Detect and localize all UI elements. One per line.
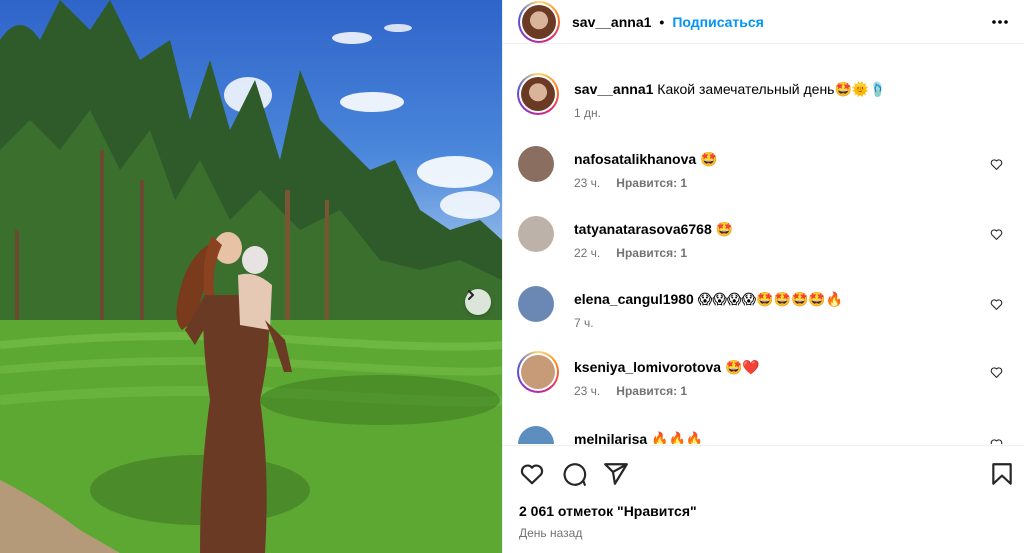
carousel-next-button[interactable] xyxy=(465,289,491,315)
comment-text: 😱😱😱😱🤩🤩🤩🤩🔥 xyxy=(697,291,844,307)
comment-time[interactable]: 23 ч. xyxy=(574,176,600,190)
caption-username[interactable]: sav__anna1 xyxy=(574,81,653,97)
comment-likes[interactable]: Нравится: 1 xyxy=(616,384,687,398)
chevron-right-icon xyxy=(468,290,474,300)
comment-text: 🔥🔥🔥 xyxy=(651,431,704,444)
post-timestamp[interactable]: День назад xyxy=(519,526,582,540)
comment-heart-icon[interactable] xyxy=(990,158,1003,171)
commenter-avatar[interactable] xyxy=(518,216,554,252)
comment-text: 🤩 xyxy=(700,151,718,167)
bookmark-icon[interactable] xyxy=(989,461,1015,487)
send-icon[interactable] xyxy=(603,461,629,487)
comments-list[interactable]: sav__anna1 Какой замечательный день🤩🌞🩴 1… xyxy=(503,60,1024,444)
commenter-avatar[interactable] xyxy=(517,351,559,393)
commenter-avatar[interactable] xyxy=(518,286,554,322)
comment-heart-icon[interactable] xyxy=(990,228,1003,241)
caption-author-avatar[interactable] xyxy=(517,73,559,115)
comment-heart-icon[interactable] xyxy=(990,366,1003,379)
comment-icon[interactable] xyxy=(561,461,587,487)
commenter-avatar[interactable] xyxy=(518,426,554,444)
caption-body: Какой замечательный день🤩🌞🩴 xyxy=(657,81,887,97)
photo-illustration xyxy=(0,0,502,553)
comment-username[interactable]: elena_cangul1980 xyxy=(574,291,694,307)
comment-text: 🤩 xyxy=(715,221,734,237)
instagram-post-modal: sav__anna1 • Подписаться sav__anna1 Како… xyxy=(0,0,1024,553)
comment-likes[interactable]: Нравится: 1 xyxy=(616,176,687,190)
caption-time[interactable]: 1 дн. xyxy=(574,106,601,120)
post-header: sav__anna1 • Подписаться xyxy=(503,0,1024,44)
commenter-avatar[interactable] xyxy=(518,146,554,182)
comment-username[interactable]: melnilarisa xyxy=(574,431,647,444)
comment-heart-icon[interactable] xyxy=(990,298,1003,311)
post-actions-bar xyxy=(503,445,1024,497)
comment-time[interactable]: 22 ч. xyxy=(574,246,600,260)
comment-time[interactable]: 23 ч. xyxy=(574,384,600,398)
heart-icon[interactable] xyxy=(519,461,545,487)
post-photo[interactable] xyxy=(0,0,502,553)
comment-username[interactable]: kseniya_lomivorotova xyxy=(574,359,721,375)
likes-count[interactable]: 2 061 отметок "Нравится" xyxy=(519,503,697,519)
comment-likes[interactable]: Нравится: 1 xyxy=(616,246,687,260)
author-username[interactable]: sav__anna1 xyxy=(572,14,651,30)
separator-dot: • xyxy=(659,13,665,30)
comment-time[interactable]: 7 ч. xyxy=(574,316,594,330)
more-horizontal-icon[interactable] xyxy=(991,13,1009,31)
comment-username[interactable]: nafosatalikhanova xyxy=(574,151,696,167)
caption-text: sav__anna1 Какой замечательный день🤩🌞🩴 xyxy=(574,80,994,98)
comment-text: 🤩❤️ xyxy=(724,359,760,375)
author-avatar[interactable] xyxy=(518,0,560,43)
comment-heart-icon[interactable] xyxy=(990,438,1003,444)
comment-username[interactable]: tatyanatarasova6768 xyxy=(574,221,712,237)
post-side-panel: sav__anna1 • Подписаться sav__anna1 Како… xyxy=(502,0,1024,553)
follow-button[interactable]: Подписаться xyxy=(672,14,764,30)
